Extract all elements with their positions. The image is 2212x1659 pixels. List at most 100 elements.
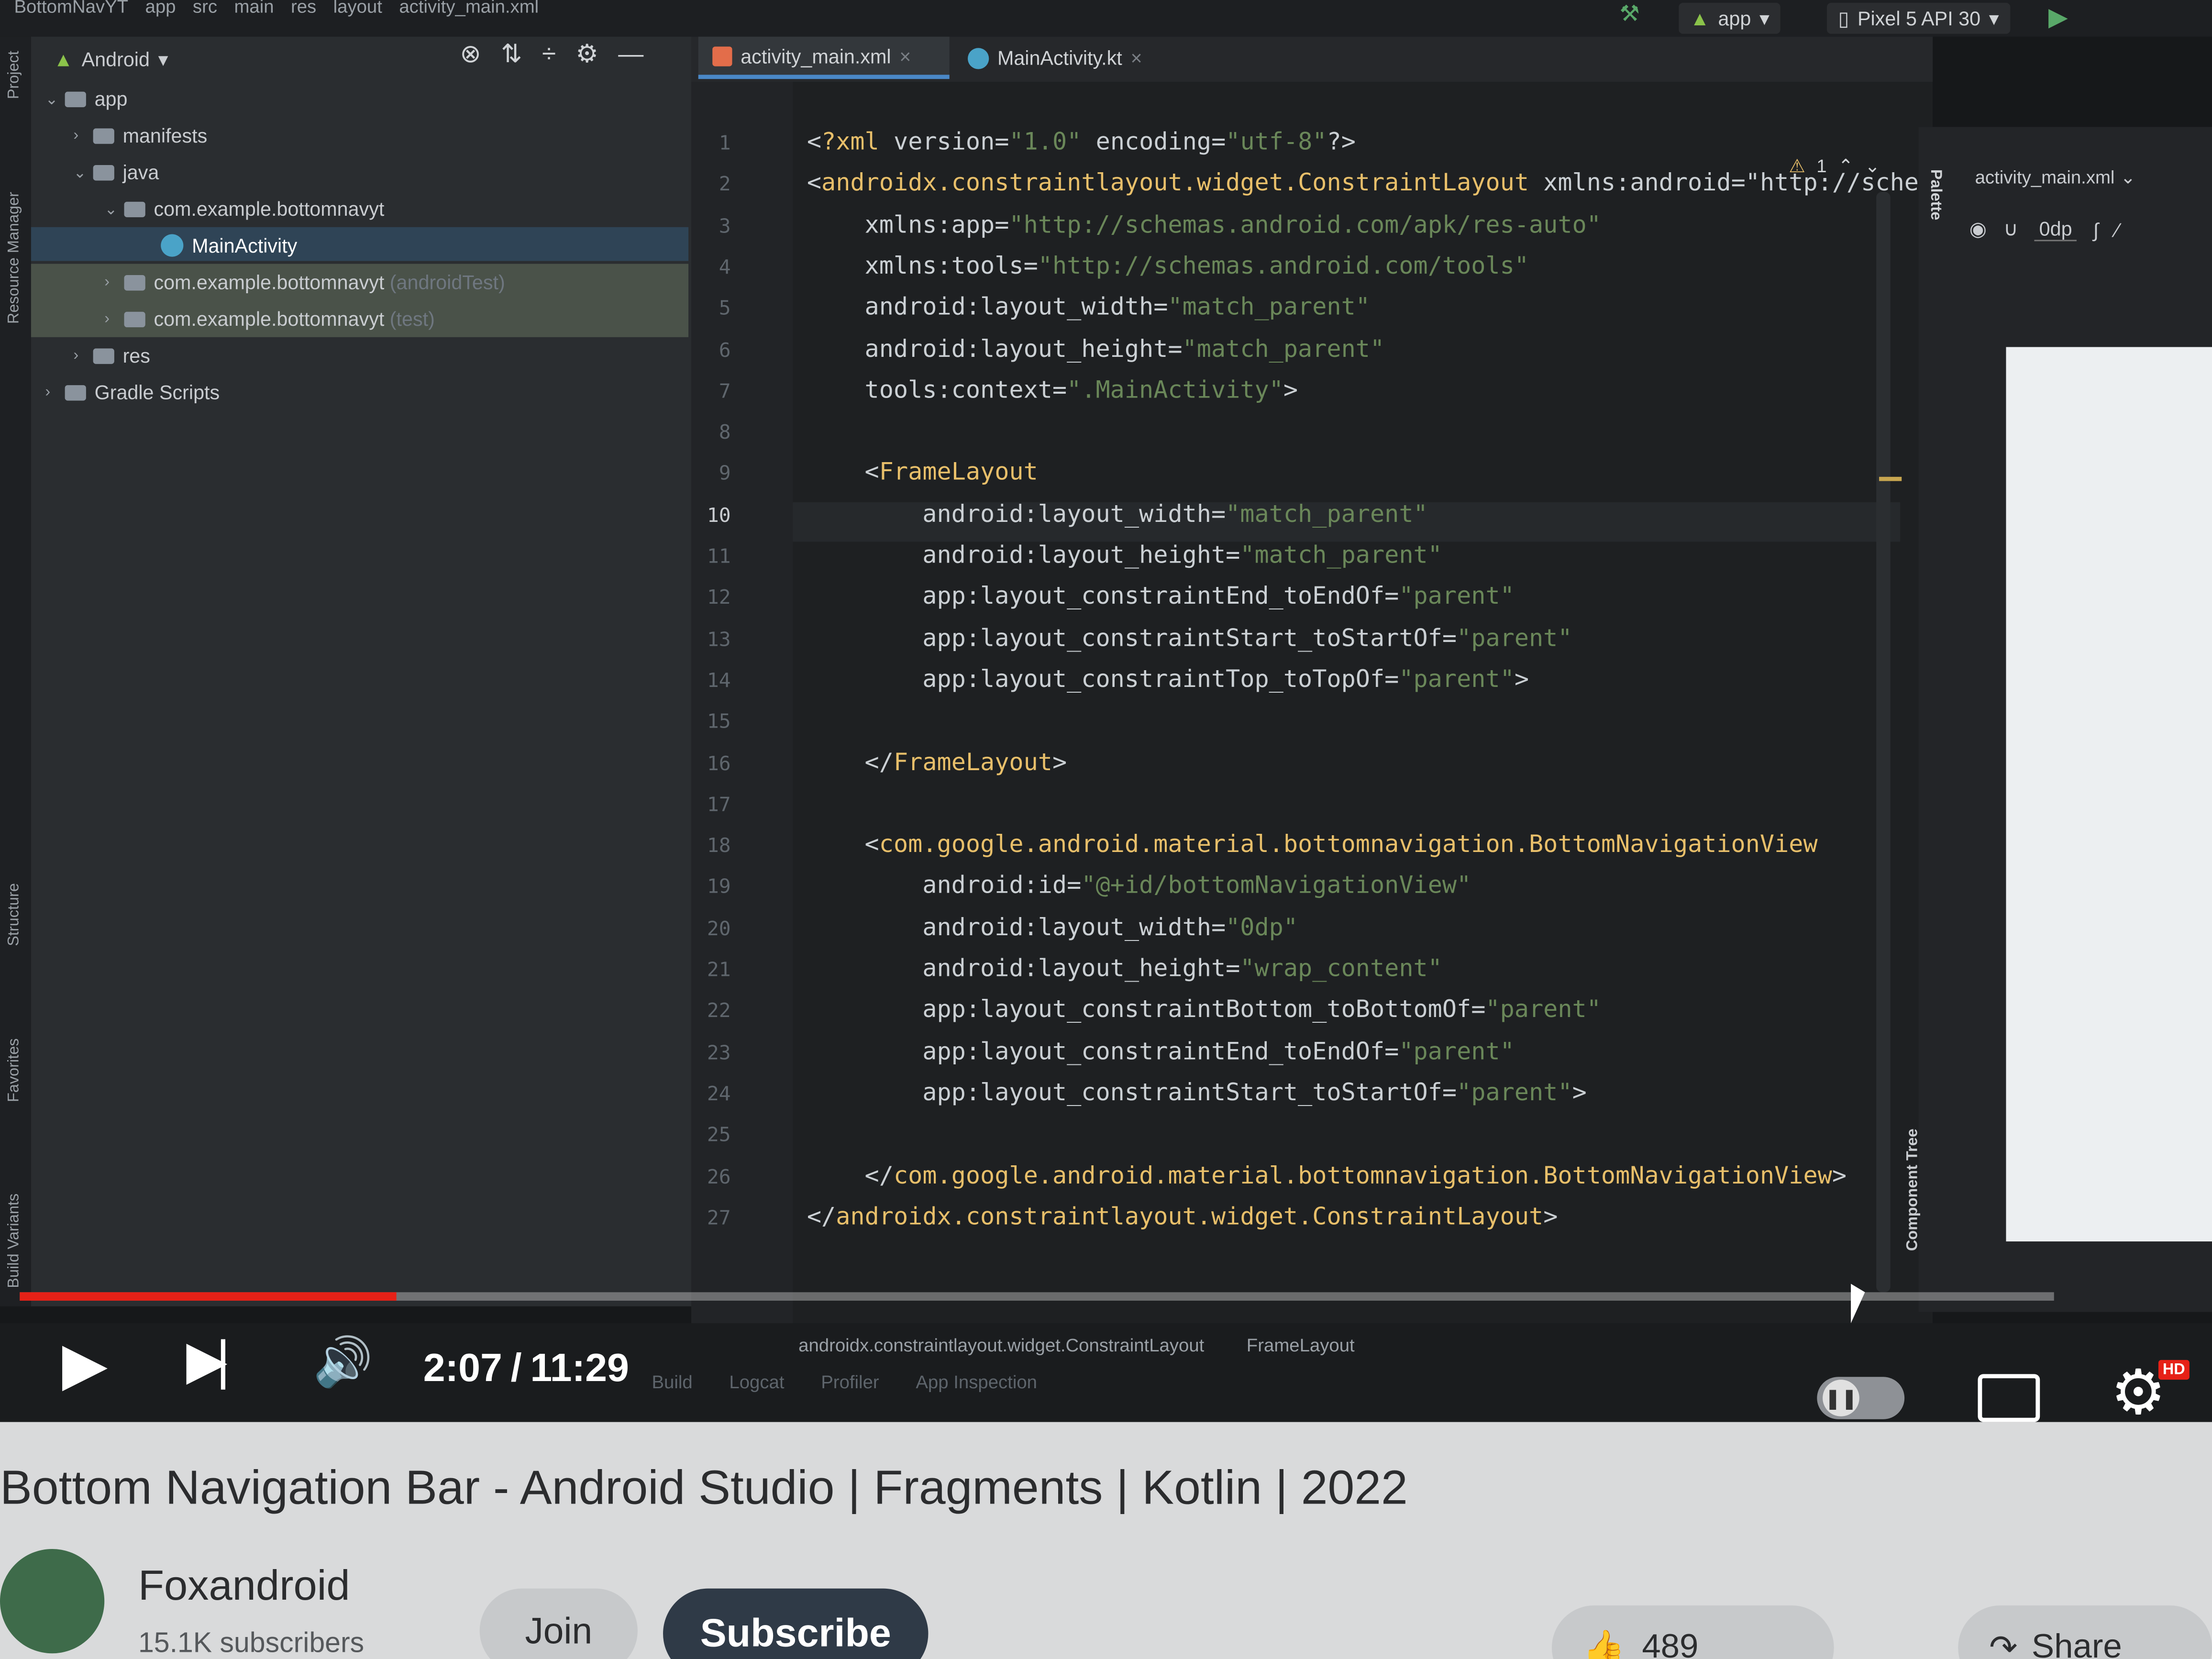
breadcrumb-layout[interactable]: layout	[333, 0, 382, 17]
code-line[interactable]: app:layout_constraintBottom_toBottomOf="…	[807, 996, 1601, 1025]
next-video-icon[interactable]: ▶|	[186, 1329, 230, 1393]
code-line[interactable]: app:layout_constraintStart_toStartOf="pa…	[807, 1079, 1587, 1107]
tab-mainactivity-kt[interactable]: MainActivity.kt ×	[959, 37, 1185, 79]
eye-icon[interactable]: ◉	[1969, 217, 1987, 241]
close-icon[interactable]: ×	[1130, 46, 1142, 69]
code-line[interactable]: android:layout_width="0dp"	[807, 914, 1298, 942]
layout-preview[interactable]	[2006, 347, 2212, 1242]
volume-icon[interactable]: 🔊	[313, 1335, 373, 1391]
breadcrumb-module[interactable]: app	[145, 0, 176, 17]
line-number: 17	[707, 794, 731, 817]
code-line[interactable]: <?xml version="1.0" encoding="utf-8"?>	[807, 128, 1356, 156]
tree-item-gradle-scripts[interactable]: › Gradle Scripts	[45, 375, 220, 409]
chevron-down-icon: ▾	[1759, 6, 1770, 29]
avatar[interactable]	[0, 1549, 105, 1654]
tree-item-app[interactable]: ⌄ app	[45, 82, 127, 116]
project-tool-tab[interactable]: Project	[6, 51, 22, 99]
tree-item-suffix: (androidTest)	[389, 271, 505, 294]
pause-icon: ❚❚	[1823, 1380, 1859, 1416]
run-config-select[interactable]: ▲ app ▾	[1679, 2, 1781, 34]
constraint-icon[interactable]: ∫	[2093, 218, 2099, 241]
channel-name[interactable]: Foxandroid	[138, 1563, 350, 1611]
tree-item-manifests[interactable]: › manifests	[73, 119, 207, 153]
play-icon[interactable]: ▶	[62, 1329, 108, 1398]
join-button[interactable]: Join	[479, 1588, 638, 1659]
project-view-select[interactable]: ▲ Android ▾	[54, 42, 168, 76]
breadcrumb-file[interactable]: activity_main.xml	[399, 0, 539, 17]
build-variants-tool-tab[interactable]: Build Variants	[6, 1194, 22, 1288]
video-progress-track[interactable]	[20, 1292, 2054, 1301]
gear-icon[interactable]: ⚙	[575, 40, 598, 69]
tab-label: MainActivity.kt	[997, 46, 1122, 69]
hide-icon[interactable]: —	[618, 40, 643, 69]
tree-item-java[interactable]: ⌄ java	[73, 155, 159, 189]
palette-tool-tab[interactable]: Palette	[1927, 169, 1944, 220]
gear-icon[interactable]: ⚙	[2111, 1357, 2166, 1429]
code-line[interactable]: xmlns:tools="http://schemas.android.com/…	[807, 253, 1529, 281]
editor-scrollbar[interactable]	[1876, 192, 1891, 1293]
close-icon[interactable]: ×	[899, 44, 911, 67]
share-button[interactable]: ↷ Share	[1958, 1605, 2212, 1659]
wand-icon[interactable]: ⁄	[2116, 218, 2119, 241]
component-tree-tool-tab[interactable]: Component Tree	[1904, 1128, 1921, 1251]
magnet-icon[interactable]: ∪	[2003, 217, 2018, 241]
captions-icon[interactable]	[1978, 1374, 2040, 1422]
line-number: 21	[707, 959, 731, 982]
profiler-tool-tab[interactable]: Profiler	[821, 1371, 879, 1392]
code-line[interactable]: app:layout_constraintTop_toTopOf="parent…	[807, 666, 1529, 694]
collapse-all-icon[interactable]: ÷	[542, 40, 556, 69]
run-icon[interactable]: ▶	[2048, 3, 2068, 33]
code-line[interactable]: </androidx.constraintlayout.widget.Const…	[807, 1203, 1558, 1231]
tree-item-package-main[interactable]: ⌄ com.example.bottomnavyt	[104, 192, 384, 226]
design-panel: Palette activity_main.xml ⌄ ◉ ∪ 0dp ∫ ⁄ …	[1904, 127, 2212, 1312]
tree-item-package-androidtest[interactable]: › com.example.bottomnavyt (androidTest)	[104, 265, 505, 299]
subscribe-button[interactable]: Subscribe	[663, 1588, 929, 1659]
ide-breadcrumb-root[interactable]: androidx.constraintlayout.widget.Constra…	[798, 1335, 1204, 1356]
code-line[interactable]: android:layout_height="match_parent"	[807, 335, 1385, 363]
thumbs-up-icon: 👍	[1582, 1628, 1625, 1659]
code-line[interactable]: xmlns:app="http://schemas.android.com/ap…	[807, 211, 1601, 239]
code-line[interactable]: <androidx.constraintlayout.widget.Constr…	[807, 170, 1919, 198]
code-line[interactable]: android:layout_height="wrap_content"	[807, 955, 1442, 983]
tree-item-label: app	[94, 87, 128, 111]
code-line[interactable]: android:layout_width="match_parent"	[807, 500, 1427, 529]
code-line[interactable]: </FrameLayout>	[807, 748, 1067, 776]
favorites-tool-tab[interactable]: Favorites	[6, 1038, 22, 1102]
breadcrumb-src[interactable]: src	[193, 0, 217, 17]
tab-activity-main-xml[interactable]: activity_main.xml ×	[698, 36, 950, 79]
code-line[interactable]: </com.google.android.material.bottomnavi…	[807, 1162, 1847, 1190]
device-select[interactable]: ▯ Pixel 5 API 30 ▾	[1826, 2, 2011, 34]
device-label: Pixel 5 API 30	[1858, 7, 1981, 30]
breadcrumb-project[interactable]: BottomNavYT	[14, 0, 128, 17]
locate-icon[interactable]: ⊗	[460, 40, 481, 69]
expand-all-icon[interactable]: ⇅	[501, 40, 522, 69]
line-number: 10	[707, 504, 731, 528]
like-button[interactable]: 👍 489	[1551, 1605, 1834, 1659]
breadcrumb-main[interactable]: main	[234, 0, 274, 17]
code-line[interactable]: <FrameLayout	[807, 459, 1038, 487]
code-line[interactable]: android:layout_height="match_parent"	[807, 542, 1442, 570]
hammer-icon[interactable]: ⚒	[1619, 0, 1639, 28]
breadcrumb-res[interactable]: res	[291, 0, 316, 17]
tree-item-res[interactable]: › res	[73, 339, 150, 373]
tree-item-mainactivity[interactable]: MainActivity	[161, 229, 297, 263]
resource-manager-tool-tab[interactable]: Resource Manager	[6, 192, 22, 324]
ide-breadcrumb-child[interactable]: FrameLayout	[1247, 1335, 1355, 1356]
structure-tool-tab[interactable]: Structure	[6, 883, 22, 946]
autoplay-toggle[interactable]: ❚❚	[1817, 1377, 1905, 1419]
code-line[interactable]: android:layout_width="match_parent"	[807, 294, 1370, 322]
code-line[interactable]: android:id="@+id/bottomNavigationView"	[807, 873, 1471, 901]
build-tool-tab[interactable]: Build	[652, 1371, 692, 1392]
design-file-select[interactable]: activity_main.xml ⌄	[1975, 166, 2136, 189]
code-line[interactable]: tools:context=".MainActivity">	[807, 376, 1298, 405]
code-line[interactable]: app:layout_constraintStart_toStartOf="pa…	[807, 624, 1572, 653]
video-time-separator: /	[510, 1346, 522, 1390]
package-icon	[124, 311, 145, 327]
default-margin-field[interactable]: 0dp	[2035, 217, 2077, 242]
app-inspection-tool-tab[interactable]: App Inspection	[916, 1371, 1037, 1392]
code-line[interactable]: app:layout_constraintEnd_toEndOf="parent…	[807, 1038, 1515, 1066]
logcat-tool-tab[interactable]: Logcat	[729, 1371, 784, 1392]
code-line[interactable]: app:layout_constraintEnd_toEndOf="parent…	[807, 583, 1515, 611]
tree-item-package-test[interactable]: › com.example.bottomnavyt (test)	[104, 302, 435, 336]
code-line[interactable]: <com.google.android.material.bottomnavig…	[807, 831, 1818, 859]
